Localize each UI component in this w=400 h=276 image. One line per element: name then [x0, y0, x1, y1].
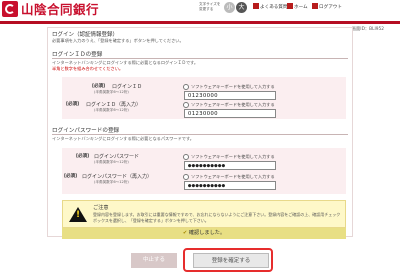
confirm-registration-button[interactable]: 登録を確定する [193, 253, 269, 268]
screen-id: 画面ID：BLI952 [351, 27, 384, 32]
password-note: (半角英数字6～12桁) [94, 160, 129, 164]
password-heading: ログインパスワードの登録 [52, 128, 120, 134]
password-label: ログインパスワード [94, 154, 140, 160]
software-keyboard-label: ソフトウェアキーボードを使用して入力する [191, 102, 275, 107]
login-id-note: (半角英数字6～12桁) [94, 90, 129, 94]
notice-title: ご注意 [93, 205, 109, 211]
confirm-label: 確認しました。 [188, 230, 226, 236]
software-keyboard-radio[interactable] [183, 154, 189, 160]
required-badge: [必須] [92, 84, 106, 89]
software-keyboard-radio[interactable] [183, 174, 189, 180]
password-confirm-note: (半角英数字6～12桁) [94, 180, 129, 184]
password-confirm-input[interactable]: ●●●●●●●●●● [184, 181, 276, 190]
software-keyboard-label: ソフトウェアキーボードを使用して入力する [191, 174, 275, 179]
login-id-confirm-note: (半角英数字6～12桁) [94, 108, 129, 112]
faq-link[interactable]: よくある質問 [253, 3, 288, 10]
login-id-input[interactable]: O123OOOO [184, 91, 276, 100]
login-id-heading: ログインＩＤの登録 [52, 52, 103, 58]
login-id-desc-2: 半角と数字を組み合わせてください。 [52, 66, 124, 71]
software-keyboard-radio[interactable] [183, 84, 189, 90]
font-large-button[interactable]: 大 [236, 2, 247, 13]
home-link[interactable]: ホーム [287, 3, 308, 10]
required-badge: [必須] [66, 102, 80, 107]
software-keyboard-label: ソフトウェアキーボードを使用して入力する [191, 84, 275, 89]
logout-link[interactable]: ログアウト [312, 3, 342, 10]
confirm-checkbox[interactable]: ✔ 確認しました。 [62, 228, 346, 239]
bank-logo-icon [2, 1, 18, 17]
bank-name: 山陰合同銀行 [21, 2, 100, 17]
font-small-button[interactable]: 小 [224, 2, 235, 13]
password-desc: インターネットバンキングにログインする際に必要となるパスワードです。 [52, 136, 194, 141]
page-instructions: 必要事項を入力のうえ、「登録を確定する」ボタンを押してください。 [52, 38, 184, 43]
software-keyboard-label: ソフトウェアキーボードを使用して入力する [191, 154, 275, 159]
checkmark-icon: ✔ [182, 230, 188, 236]
home-icon [287, 3, 293, 9]
notice-box: ご注意 登録内容を登録します。お取引には重要な情報ですので、お忘れにならないよう… [62, 200, 346, 228]
header: 山陰合同銀行 文字サイズを変更する 小 大 よくある質問 ホーム ログアウト [0, 0, 400, 20]
warning-icon [69, 207, 87, 222]
password-confirm-label: ログインパスワード（再入力） [82, 174, 153, 180]
section-divider [52, 58, 348, 59]
password-input[interactable]: ●●●●●●●●●● [184, 161, 276, 170]
notice-text: 登録内容を登録します。お取引には重要な情報ですので、お忘れにならないようにご注意… [93, 212, 341, 223]
required-badge: [必須] [64, 174, 78, 179]
cancel-button[interactable]: 中止する [131, 253, 177, 268]
font-size-label: 文字サイズを変更する [199, 2, 221, 11]
software-keyboard-radio[interactable] [183, 102, 189, 108]
required-badge: [必須] [76, 154, 90, 159]
question-icon [253, 3, 259, 9]
login-id-label: ログインＩＤ [112, 84, 143, 90]
login-id-confirm-input[interactable]: O123OOOO [184, 109, 276, 118]
logout-icon [312, 3, 318, 9]
page-title: ログイン（認証情報登録） [52, 32, 119, 38]
login-id-confirm-label: ログインＩＤ（再入力） [86, 102, 142, 108]
section-divider [52, 134, 348, 135]
header-divider [0, 21, 400, 24]
